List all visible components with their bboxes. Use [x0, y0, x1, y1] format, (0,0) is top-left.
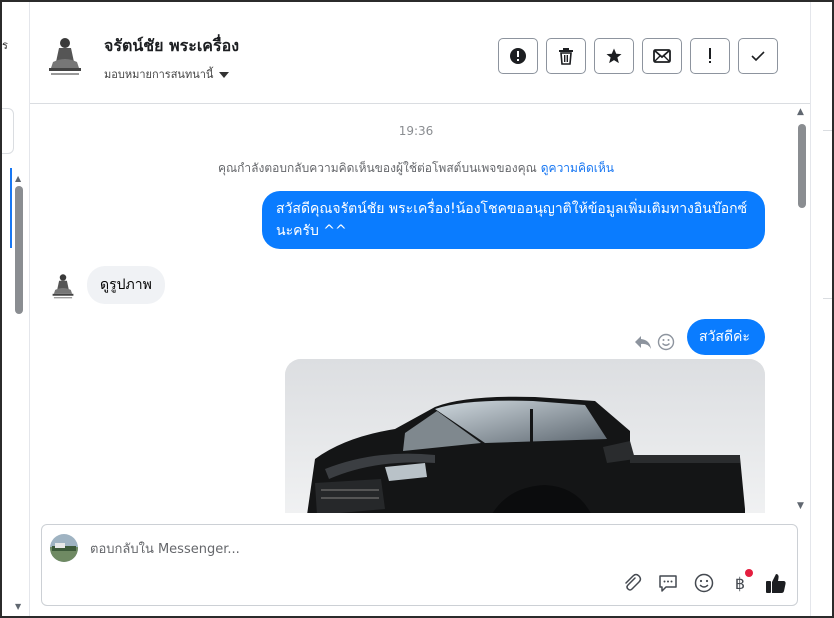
baht-icon: ฿: [734, 573, 746, 593]
conversation-actions-toolbar: [498, 38, 778, 74]
notification-dot: [745, 569, 753, 577]
emoji-button[interactable]: [693, 572, 715, 594]
context-text: คุณกำลังตอบกลับความคิดเห็นของผู้ใช้ต่อโพ…: [218, 161, 537, 175]
left-panel-text-fragment: ร: [2, 39, 8, 52]
star-button[interactable]: [594, 38, 634, 74]
window-frame: ร ▲ ▼ จรัตน์ชัย พระเครื่อง มอบหมายการสนท…: [0, 0, 834, 618]
mark-unread-button[interactable]: [642, 38, 682, 74]
view-comment-link[interactable]: ดูความคิดเห็น: [541, 161, 614, 175]
done-button[interactable]: [738, 38, 778, 74]
like-button[interactable]: [765, 572, 787, 594]
thumbs-up-icon: [766, 574, 786, 593]
assign-conversation-label: มอบหมายการสนทนานี้: [104, 68, 214, 81]
contact-name[interactable]: จรัตน์ชัย พระเครื่อง: [104, 34, 239, 59]
composer-tools: ฿: [621, 569, 787, 594]
conversation-panel: จรัตน์ชัย พระเครื่อง มอบหมายการสนทนานี้: [30, 4, 810, 616]
scroll-down-arrow-icon[interactable]: ▼: [797, 501, 804, 511]
left-scrollbar-thumb[interactable]: [15, 186, 23, 314]
delete-button[interactable]: [546, 38, 586, 74]
left-scroll-up-arrow-icon[interactable]: ▲: [15, 174, 21, 183]
message-timestamp: 19:36: [398, 124, 434, 138]
smiley-icon: [694, 573, 714, 593]
contact-avatar[interactable]: [45, 34, 85, 78]
star-icon: [606, 48, 622, 64]
assign-conversation-dropdown[interactable]: มอบหมายการสนทนานี้: [104, 65, 230, 83]
outgoing-message[interactable]: สวัสดีค่ะ: [687, 319, 765, 355]
conversation-header: จรัตน์ชัย พระเครื่อง มอบหมายการสนทนานี้: [30, 4, 810, 104]
envelope-icon: [653, 49, 671, 63]
saved-replies-button[interactable]: [657, 572, 679, 594]
message-thread: 19:36 คุณกำลังตอบกลับความคิดเห็นของผู้ใช…: [30, 105, 810, 513]
left-scroll-down-arrow-icon[interactable]: ▼: [15, 602, 21, 611]
right-panel-divider: [823, 298, 832, 299]
incoming-message[interactable]: ดูรูปภาพ: [87, 266, 165, 304]
chat-bubble-icon: [659, 575, 677, 592]
left-panel-selection-indicator: [10, 168, 12, 248]
message-composer: ฿: [41, 524, 798, 606]
payment-button[interactable]: ฿: [729, 569, 753, 594]
thread-scrollbar[interactable]: ▲ ▼: [796, 107, 808, 511]
comment-reply-context: คุณกำลังตอบกลับความคิดเห็นของผู้ใช้ต่อโพ…: [30, 159, 802, 178]
reply-arrow-icon[interactable]: [633, 333, 653, 351]
background-left-panel: ร ▲ ▼: [2, 2, 30, 616]
exclamation-icon: [709, 48, 711, 63]
trash-icon: [559, 48, 573, 65]
alert-circle-icon: [510, 48, 526, 64]
contact-avatar[interactable]: [50, 271, 76, 301]
important-button[interactable]: [690, 38, 730, 74]
scroll-up-arrow-icon[interactable]: ▲: [797, 107, 804, 117]
caret-down-icon: [219, 71, 230, 78]
outgoing-message[interactable]: สวัสดีคุณจรัตน์ชัย พระเครื่อง!น้องโชคขออ…: [262, 191, 765, 249]
report-button[interactable]: [498, 38, 538, 74]
thread-scrollbar-thumb[interactable]: [798, 124, 806, 208]
page-avatar: [50, 534, 78, 562]
attach-button[interactable]: [621, 572, 643, 594]
right-panel-divider: [823, 130, 832, 131]
reply-input[interactable]: [90, 538, 690, 560]
checkmark-icon: [751, 51, 765, 62]
smiley-reaction-icon[interactable]: [657, 333, 675, 351]
pickup-truck-photo[interactable]: [285, 359, 765, 513]
background-right-panel: [810, 2, 832, 616]
left-panel-box: [2, 108, 14, 154]
paperclip-icon: [625, 573, 642, 591]
